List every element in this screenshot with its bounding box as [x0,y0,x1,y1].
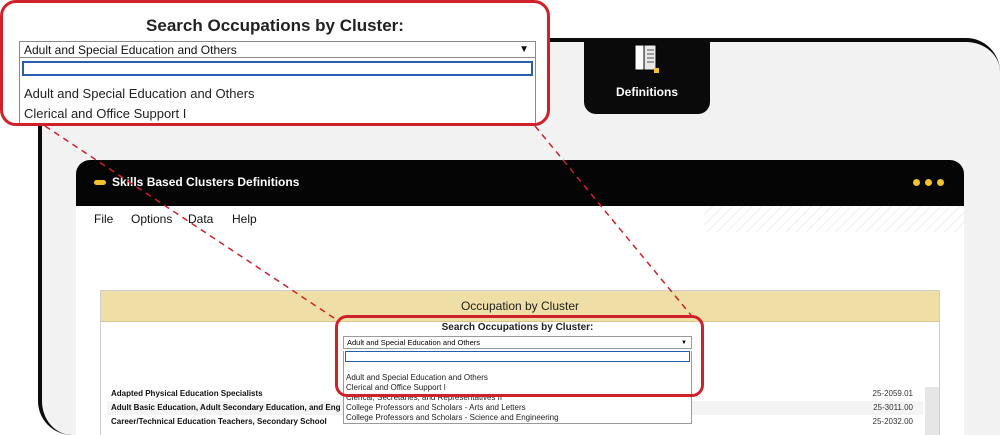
menu-bar: File Options Data Help [76,206,964,232]
highlight-box-small [335,315,704,397]
menu-help[interactable]: Help [232,212,257,226]
title-bar: Skills Based Clusters Definitions [76,160,964,206]
menu-file[interactable]: File [94,212,113,226]
definitions-label: Definitions [616,85,678,99]
window-title: Skills Based Clusters Definitions [112,175,300,189]
dropdown-option[interactable]: College Professors and Scholars - Arts a… [344,403,691,413]
menu-data[interactable]: Data [188,212,213,226]
dropdown-search-input[interactable] [22,61,533,76]
dropdown-list: Adult and Special Education and Others C… [19,58,536,123]
cluster-select[interactable]: Adult and Special Education and Others ▼ [19,41,536,58]
book-icon [634,44,659,73]
more-options-icon[interactable] [913,179,944,186]
scrollbar[interactable] [925,387,939,435]
title-pill-icon [94,180,106,185]
dropdown-option[interactable]: Clerical and Office Support I [24,106,186,121]
dropdown-heading: Search Occupations by Cluster: [146,16,404,35]
dropdown-option[interactable]: College Professors and Scholars - Scienc… [344,413,691,423]
chevron-down-icon: ▼ [519,44,529,55]
zoomed-dropdown-callout: Search Occupations by Cluster: Adult and… [0,0,550,126]
dropdown-option[interactable]: Adult and Special Education and Others [24,86,255,101]
definitions-tab[interactable]: Definitions [584,40,710,114]
menu-options[interactable]: Options [131,212,172,226]
